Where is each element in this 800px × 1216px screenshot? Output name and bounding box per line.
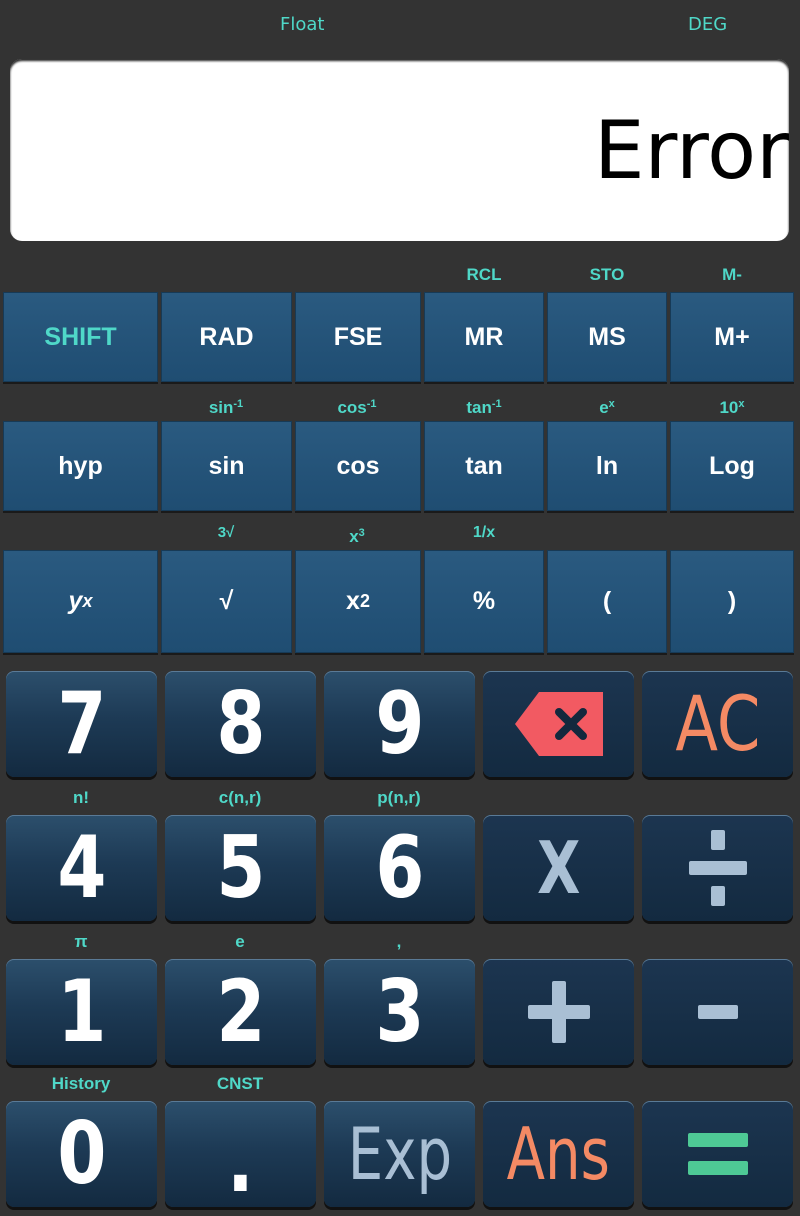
minus-icon — [697, 1005, 738, 1019]
cube-root-label: 3√ — [217, 524, 235, 541]
asin-label: sin-1 — [208, 398, 244, 417]
left-paren-button[interactable]: ( — [547, 550, 667, 653]
cos-button[interactable]: cos — [295, 421, 421, 511]
e-label: e — [235, 932, 245, 951]
m-plus-button[interactable]: M+ — [670, 292, 794, 382]
all-clear-button[interactable]: AC — [642, 671, 793, 777]
digit-8-label: 8 — [215, 674, 266, 774]
digit-1-label: 1 — [56, 962, 107, 1062]
combination-label: c(n,r) — [218, 788, 262, 807]
equals-button[interactable] — [642, 1101, 793, 1207]
digit-4-button[interactable]: 4 — [6, 815, 157, 921]
digit-0-label: 0 — [56, 1104, 107, 1204]
status-mode: Float — [280, 14, 325, 35]
digit-2-label: 2 — [215, 962, 266, 1062]
cube-label: x3 — [349, 527, 365, 546]
backspace-icon — [514, 692, 603, 756]
constants-label: CNST — [216, 1074, 264, 1093]
square-button[interactable]: x2 — [295, 550, 421, 653]
shift-button[interactable]: SHIFT — [3, 292, 158, 382]
hyp-button[interactable]: hyp — [3, 421, 158, 511]
divide-button[interactable] — [642, 815, 793, 921]
digit-3-label: 3 — [374, 962, 425, 1062]
digit-2-button[interactable]: 2 — [165, 959, 316, 1065]
fse-button[interactable]: FSE — [295, 292, 421, 382]
decimal-point-label: . — [227, 1112, 254, 1212]
sqrt-button[interactable]: √ — [161, 550, 292, 653]
rad-button[interactable]: RAD — [161, 292, 292, 382]
minus-button[interactable] — [642, 959, 793, 1065]
status-angle: DEG — [688, 14, 728, 35]
digit-5-label: 5 — [215, 818, 266, 918]
exp-button[interactable]: Exp — [324, 1101, 475, 1207]
exp-x-label: ex — [599, 398, 615, 417]
acos-label: cos-1 — [337, 398, 377, 417]
decimal-point-button[interactable]: . — [165, 1101, 316, 1207]
backspace-button[interactable] — [483, 671, 634, 777]
ten-pow-x-label: 10x — [719, 398, 745, 417]
m-minus-label: M- — [722, 265, 742, 284]
digit-3-button[interactable]: 3 — [324, 959, 475, 1065]
mr-button[interactable]: MR — [424, 292, 544, 382]
ans-label: Ans — [506, 1112, 611, 1196]
right-paren-button[interactable]: ) — [670, 550, 794, 653]
comma-label: , — [396, 932, 402, 951]
digit-5-button[interactable]: 5 — [165, 815, 316, 921]
ans-button[interactable]: Ans — [483, 1101, 634, 1207]
all-clear-label: AC — [674, 679, 761, 768]
digit-9-button[interactable]: 9 — [324, 671, 475, 777]
display-value: Error — [594, 104, 789, 197]
pi-label: π — [74, 932, 88, 951]
percent-button[interactable]: % — [424, 550, 544, 653]
divide-icon — [688, 830, 747, 906]
digit-7-label: 7 — [56, 674, 107, 774]
history-label: History — [51, 1074, 111, 1093]
reciprocal-label: 1/x — [472, 524, 496, 541]
equals-icon — [687, 1133, 748, 1175]
digit-4-label: 4 — [56, 818, 107, 918]
digit-9-label: 9 — [374, 674, 425, 774]
display: Error — [10, 59, 789, 241]
digit-6-button[interactable]: 6 — [324, 815, 475, 921]
sin-button[interactable]: sin — [161, 421, 292, 511]
digit-8-button[interactable]: 8 — [165, 671, 316, 777]
factorial-label: n! — [72, 788, 90, 807]
digit-6-label: 6 — [374, 818, 425, 918]
plus-icon — [527, 981, 590, 1043]
tan-button[interactable]: tan — [424, 421, 544, 511]
atan-label: tan-1 — [466, 398, 502, 417]
digit-7-button[interactable]: 7 — [6, 671, 157, 777]
plus-button[interactable] — [483, 959, 634, 1065]
multiply-button[interactable]: X — [483, 815, 634, 921]
multiply-label: X — [536, 826, 581, 910]
ms-button[interactable]: MS — [547, 292, 667, 382]
ln-button[interactable]: ln — [547, 421, 667, 511]
rcl-label: RCL — [466, 265, 502, 284]
log-button[interactable]: Log — [670, 421, 794, 511]
digit-0-button[interactable]: 0 — [6, 1101, 157, 1207]
exp-label: Exp — [347, 1112, 452, 1196]
permutation-label: p(n,r) — [377, 788, 421, 807]
digit-1-button[interactable]: 1 — [6, 959, 157, 1065]
sto-label: STO — [589, 265, 625, 284]
power-button[interactable]: yx — [3, 550, 158, 653]
